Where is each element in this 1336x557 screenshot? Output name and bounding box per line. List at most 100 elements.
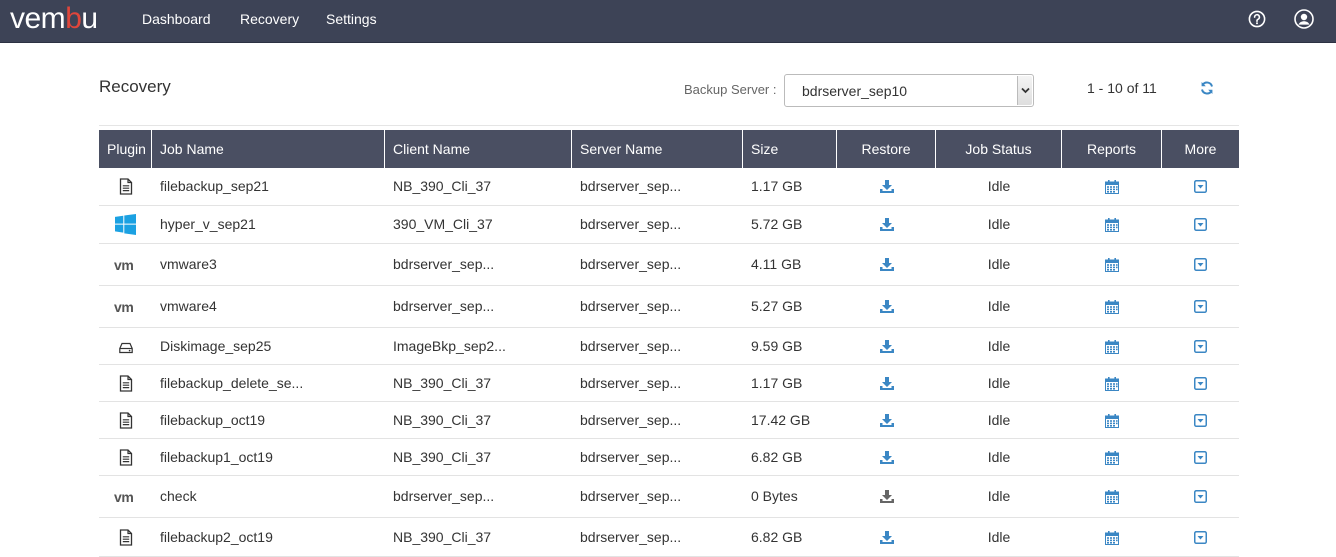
job-name-cell[interactable]: filebackup_oct19	[160, 412, 265, 428]
header-divider	[99, 125, 1239, 126]
client-name-cell: NB_390_Cli_37	[393, 375, 492, 391]
size-cell: 1.17 GB	[751, 178, 803, 194]
reports-calendar-icon[interactable]	[1105, 377, 1119, 396]
reports-calendar-icon[interactable]	[1105, 490, 1119, 509]
table-row[interactable]: vm check bdrserver_sep... bdrserver_sep... 0…	[99, 476, 1239, 518]
more-dropdown-icon[interactable]	[1194, 414, 1207, 432]
reports-calendar-icon[interactable]	[1105, 414, 1119, 433]
restore-download-icon[interactable]	[880, 300, 894, 318]
job-name-cell[interactable]: filebackup_delete_se...	[160, 375, 303, 391]
col-restore: Restore	[837, 130, 936, 168]
client-name-cell: NB_390_Cli_37	[393, 449, 492, 465]
job-name-cell[interactable]: filebackup_sep21	[160, 178, 269, 194]
svg-text:vm: vm	[114, 258, 133, 272]
table-row[interactable]: filebackup_delete_se... NB_390_Cli_37 bdrs…	[99, 365, 1239, 402]
svg-text:vm: vm	[114, 490, 133, 504]
backup-server-label: Backup Server :	[684, 82, 777, 97]
server-name-cell: bdrserver_sep...	[580, 529, 682, 545]
col-job-name[interactable]: Job Name	[152, 130, 385, 168]
svg-text:vm: vm	[114, 300, 133, 314]
col-size[interactable]: Size	[743, 130, 837, 168]
size-cell: 6.82 GB	[751, 449, 803, 465]
restore-download-icon[interactable]	[880, 218, 894, 236]
table-row[interactable]: filebackup_sep21 NB_390_Cli_37 bdrserver_s…	[99, 168, 1239, 206]
top-navbar: vembu Dashboard Recovery Settings	[0, 0, 1336, 43]
reports-calendar-icon[interactable]	[1105, 218, 1119, 237]
chevron-down-icon[interactable]	[1017, 76, 1032, 105]
help-icon[interactable]	[1248, 10, 1266, 28]
size-cell: 5.27 GB	[751, 298, 803, 314]
more-dropdown-icon[interactable]	[1194, 451, 1207, 469]
file-document-icon	[119, 529, 133, 551]
more-dropdown-icon[interactable]	[1194, 340, 1207, 358]
nav-dashboard[interactable]: Dashboard	[142, 11, 211, 27]
more-dropdown-icon[interactable]	[1194, 218, 1207, 236]
vm-logo-icon: vm	[114, 299, 138, 319]
server-name-cell: bdrserver_sep...	[580, 216, 682, 232]
more-dropdown-icon[interactable]	[1194, 258, 1207, 276]
refresh-icon[interactable]	[1199, 80, 1215, 96]
col-reports: Reports	[1062, 130, 1162, 168]
client-name-cell: 390_VM_Cli_37	[393, 216, 493, 232]
job-status-cell: Idle	[987, 338, 1011, 354]
nav-settings[interactable]: Settings	[326, 11, 377, 27]
reports-calendar-icon[interactable]	[1105, 340, 1119, 359]
restore-download-icon[interactable]	[880, 451, 894, 469]
job-name-cell[interactable]: filebackup2_oct19	[160, 529, 273, 545]
restore-download-icon[interactable]	[880, 531, 894, 549]
client-name-cell: bdrserver_sep...	[393, 488, 495, 504]
client-name-cell: NB_390_Cli_37	[393, 529, 492, 545]
restore-download-icon[interactable]	[880, 180, 894, 198]
job-name-cell[interactable]: hyper_v_sep21	[160, 216, 256, 232]
job-name-cell[interactable]: filebackup1_oct19	[160, 449, 273, 465]
size-cell: 0 Bytes	[751, 488, 798, 504]
col-server-name[interactable]: Server Name	[572, 130, 743, 168]
reports-calendar-icon[interactable]	[1105, 531, 1119, 550]
job-name-cell[interactable]: Diskimage_sep25	[160, 338, 271, 354]
more-dropdown-icon[interactable]	[1194, 180, 1207, 198]
job-name-cell[interactable]: check	[160, 488, 197, 504]
table-row[interactable]: vm vmware3 bdrserver_sep... bdrserver_sep..…	[99, 244, 1239, 286]
table-row[interactable]: vm vmware4 bdrserver_sep... bdrserver_sep..…	[99, 286, 1239, 328]
more-dropdown-icon[interactable]	[1194, 300, 1207, 318]
table-row[interactable]: filebackup_oct19 NB_390_Cli_37 bdrserver_s…	[99, 402, 1239, 439]
server-name-cell: bdrserver_sep...	[580, 178, 682, 194]
restore-download-icon[interactable]	[880, 340, 894, 358]
table-row[interactable]: filebackup2_oct19 NB_390_Cli_37 bdrserver_…	[99, 518, 1239, 557]
reports-calendar-icon[interactable]	[1105, 300, 1119, 319]
size-cell: 6.82 GB	[751, 529, 803, 545]
col-job-status[interactable]: Job Status	[936, 130, 1062, 168]
job-name-cell[interactable]: vmware3	[160, 256, 217, 272]
vembu-logo[interactable]: vembu	[10, 3, 98, 35]
more-dropdown-icon[interactable]	[1194, 490, 1207, 508]
table-row[interactable]: filebackup1_oct19 NB_390_Cli_37 bdrserver_…	[99, 439, 1239, 476]
client-name-cell: bdrserver_sep...	[393, 298, 495, 314]
vm-logo-icon: vm	[114, 257, 138, 277]
client-name-cell: bdrserver_sep...	[393, 256, 495, 272]
restore-download-icon[interactable]	[880, 377, 894, 395]
job-status-cell: Idle	[987, 412, 1011, 428]
table-row[interactable]: hyper_v_sep21 390_VM_Cli_37 bdrserver_sep.…	[99, 206, 1239, 244]
reports-calendar-icon[interactable]	[1105, 180, 1119, 199]
restore-download-icon[interactable]	[880, 258, 894, 276]
job-status-cell: Idle	[987, 178, 1011, 194]
reports-calendar-icon[interactable]	[1105, 258, 1119, 277]
user-account-icon[interactable]	[1294, 9, 1314, 29]
server-name-cell: bdrserver_sep...	[580, 338, 682, 354]
restore-download-icon[interactable]	[880, 490, 894, 508]
page-title: Recovery	[99, 77, 171, 96]
table-row[interactable]: Diskimage_sep25 ImageBkp_sep2... bdrserver…	[99, 328, 1239, 365]
job-status-cell: Idle	[987, 298, 1011, 314]
more-dropdown-icon[interactable]	[1194, 531, 1207, 549]
col-client-name[interactable]: Client Name	[385, 130, 572, 168]
reports-calendar-icon[interactable]	[1105, 451, 1119, 470]
server-name-cell: bdrserver_sep...	[580, 488, 682, 504]
nav-recovery[interactable]: Recovery	[240, 11, 299, 27]
file-document-icon	[119, 449, 133, 471]
job-name-cell[interactable]: vmware4	[160, 298, 217, 314]
backup-server-select[interactable]: bdrserver_sep10	[784, 74, 1034, 107]
more-dropdown-icon[interactable]	[1194, 377, 1207, 395]
size-cell: 9.59 GB	[751, 338, 803, 354]
size-cell: 17.42 GB	[751, 412, 811, 428]
restore-download-icon[interactable]	[880, 414, 894, 432]
